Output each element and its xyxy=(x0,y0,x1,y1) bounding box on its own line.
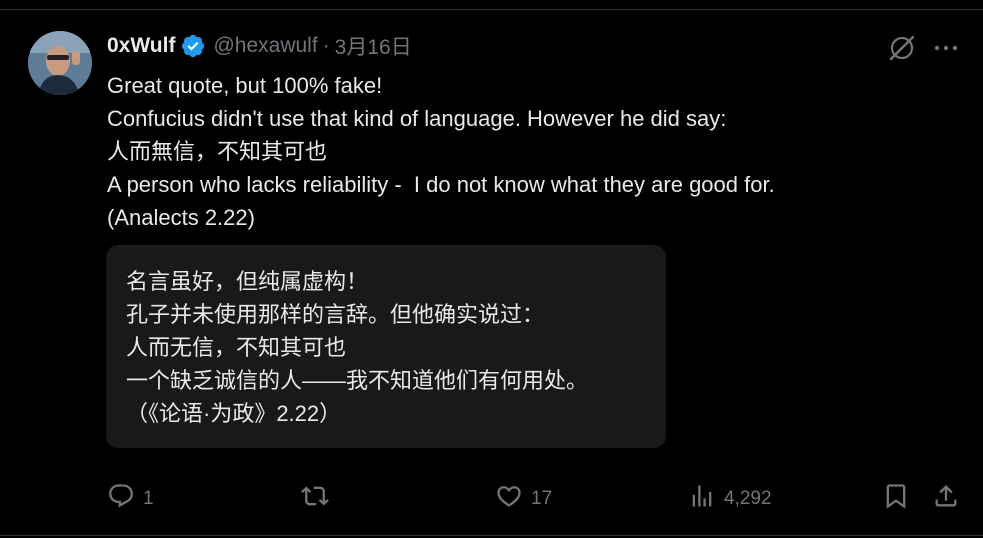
like-count: 17 xyxy=(531,488,553,509)
translation-box: 名言虽好，但纯属虚构！ 孔子并未使用那样的言辞。但他确实说过： 人而无信，不知其… xyxy=(106,245,666,448)
handle[interactable]: @hexawulf xyxy=(213,34,317,58)
like-button[interactable]: 17 xyxy=(495,480,552,518)
tweet-line: (Analects 2.22) xyxy=(107,205,255,230)
bottom-divider xyxy=(0,535,983,536)
tweet-line: 人而無信，不知其可也 xyxy=(107,139,328,164)
reply-count: 1 xyxy=(143,488,154,509)
tweet-line: A person who lacks reliability - I do no… xyxy=(107,172,775,197)
translation-line: 名言虽好，但纯属虚构！ xyxy=(126,269,369,294)
separator-dot: · xyxy=(322,34,330,57)
verified-badge-icon[interactable] xyxy=(180,33,206,59)
tweet-header: 0xWulf @hexawulf · 3月16日 xyxy=(107,33,412,59)
view-count: 4,292 xyxy=(724,488,772,509)
translation-line: 人而无信，不知其可也 xyxy=(126,335,347,360)
tweet-text: Great quote, but 100% fake! Confucius di… xyxy=(107,69,947,234)
bookmark-button[interactable] xyxy=(882,480,910,518)
share-button[interactable] xyxy=(932,480,960,518)
repost-icon xyxy=(301,482,329,516)
display-name[interactable]: 0xWulf xyxy=(107,34,175,58)
post-date[interactable]: 3月16日 xyxy=(335,31,412,61)
tweet-line: Great quote, but 100% fake! xyxy=(107,73,383,98)
views-button[interactable]: 4,292 xyxy=(688,480,772,518)
heart-icon xyxy=(495,482,523,516)
top-divider xyxy=(0,9,983,10)
grok-icon[interactable] xyxy=(886,32,918,64)
translation-line: 一个缺乏诚信的人——我不知道他们有何用处。 xyxy=(126,368,589,393)
action-bar: 1 17 4,292 xyxy=(0,480,983,518)
translation-line: 孔子并未使用那样的言辞。但他确实说过： xyxy=(126,302,545,327)
reply-icon xyxy=(107,482,135,516)
reply-button[interactable]: 1 xyxy=(107,480,154,518)
views-chart-icon xyxy=(688,482,716,516)
translation-text: 名言虽好，但纯属虚构！ 孔子并未使用那样的言辞。但他确实说过： 人而无信，不知其… xyxy=(126,265,588,430)
tweet-line: Confucius didn't use that kind of langua… xyxy=(107,106,727,131)
more-icon[interactable] xyxy=(932,34,960,62)
share-icon xyxy=(932,482,960,516)
avatar[interactable] xyxy=(28,31,92,95)
avatar-image xyxy=(28,31,92,95)
repost-button[interactable] xyxy=(301,480,337,518)
bookmark-icon xyxy=(882,482,910,516)
translation-line: （《论语·为政》2.22） xyxy=(126,401,342,426)
